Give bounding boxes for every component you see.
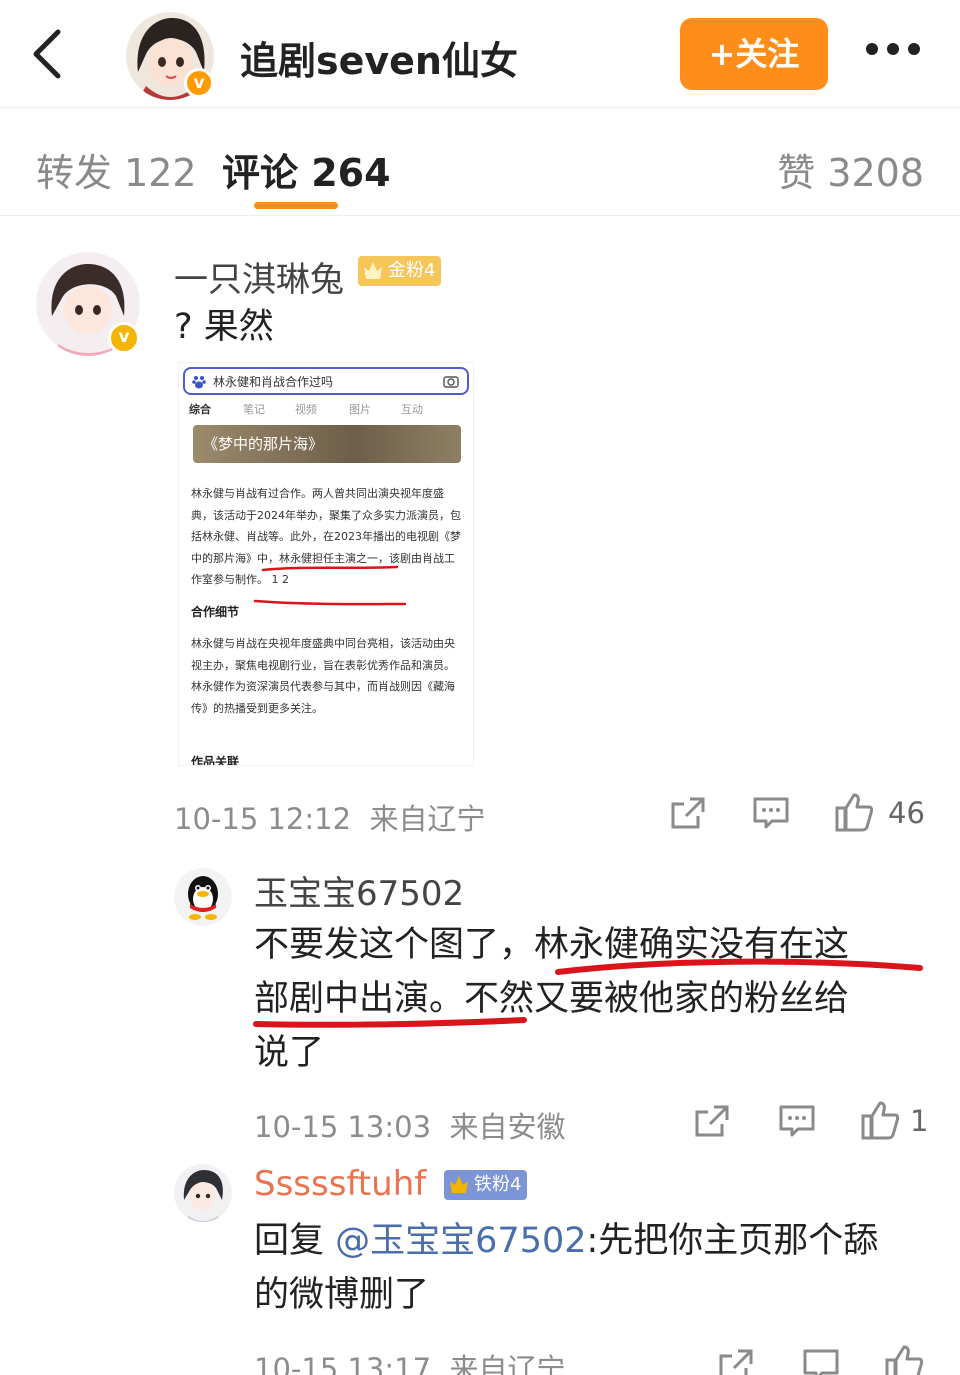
comment-author[interactable]: Sssssftuhf (254, 1164, 426, 1204)
more-button[interactable] (866, 40, 930, 68)
result-heading: 合作细节 (191, 605, 240, 619)
comment-icon[interactable] (778, 1104, 816, 1138)
avatar[interactable] (174, 1164, 232, 1222)
forward-icon[interactable] (718, 1348, 754, 1375)
tab-likes[interactable]: 赞 3208 (777, 142, 924, 197)
comment-image[interactable]: 林永健和肖战合作过吗 综合 笔记 视频 图片 互动 《梦中的那片海》 林永健与肖… (178, 362, 474, 766)
result-paragraph: 林永健与肖战在央视年度盛典中同台亮相，该活动由央视主办，聚焦电视剧行业，旨在表彰… (191, 637, 455, 715)
comment-time: 10-15 13:03 来自安徽 (254, 1110, 566, 1144)
comment-icon[interactable] (802, 1348, 840, 1375)
interaction-tabs: 转发 122 评论 264 赞 3208 (0, 108, 960, 216)
more-dots-icon (866, 43, 878, 55)
mention-link[interactable]: @玉宝宝67502 (335, 1221, 586, 1261)
crown-icon (450, 1176, 468, 1193)
comment-text: 回复 @玉宝宝67502:先把你主页那个舔 (254, 1221, 879, 1261)
comment-time: 10-15 13:17 来自辽宁 (254, 1352, 566, 1375)
verified-badge-icon: v (184, 68, 214, 98)
like-count: 46 (888, 796, 925, 830)
forward-icon[interactable] (670, 796, 706, 830)
crown-icon (364, 262, 382, 279)
forward-icon[interactable] (694, 1104, 730, 1138)
fan-badge: 铁粉4 (444, 1170, 528, 1200)
like-count: 1 (910, 1104, 929, 1138)
active-tab-indicator (254, 202, 338, 209)
comment-text: 的微博删了 (254, 1275, 430, 1315)
fan-badge: 金粉4 (358, 256, 442, 286)
result-heading: 作品关联 (191, 755, 240, 766)
thumbs-up-icon[interactable] (834, 792, 874, 832)
thumbs-up-icon[interactable] (860, 1100, 900, 1140)
follow-button[interactable]: +关注 (680, 18, 828, 90)
comment-text: ? 果然 (174, 307, 274, 347)
red-underline-mark (253, 958, 923, 1028)
comment-icon[interactable] (752, 796, 790, 830)
thumbs-up-icon[interactable] (884, 1344, 924, 1375)
chevron-left-icon (33, 29, 61, 79)
comment-author[interactable]: 一只淇琳兔 (174, 252, 344, 301)
avatar[interactable] (174, 868, 232, 926)
tab-forwards[interactable]: 转发 122 (36, 142, 197, 197)
author-name[interactable]: 追剧seven仙女 (240, 30, 518, 85)
verified-badge-icon: v (108, 322, 140, 354)
tab-comments[interactable]: 评论 264 (222, 142, 391, 197)
comment-author[interactable]: 玉宝宝67502 (254, 866, 464, 915)
top-bar: v 追剧seven仙女 +关注 (0, 0, 960, 108)
back-button[interactable] (28, 28, 68, 80)
comment-time: 10-15 12:12 来自辽宁 (174, 802, 486, 836)
